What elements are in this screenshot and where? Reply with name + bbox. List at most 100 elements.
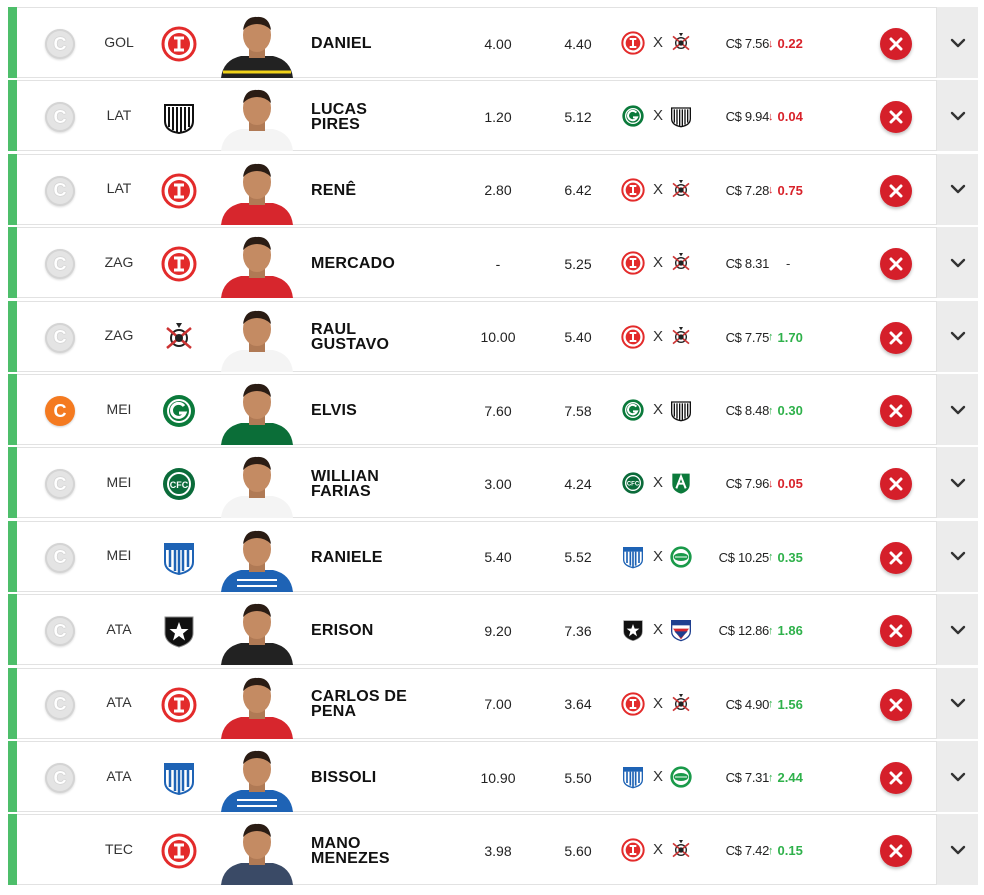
average-score: 3.64 — [564, 696, 592, 713]
player-price: C$ 9.94 — [725, 109, 770, 125]
last-score: - — [495, 255, 501, 272]
player-photo — [217, 597, 297, 666]
variation-value: 1.86 — [777, 623, 803, 639]
versus-label: X — [653, 107, 664, 125]
captain-button[interactable]: C — [45, 689, 75, 720]
captain-icon: C — [53, 327, 67, 348]
captain-button[interactable]: C — [45, 763, 75, 793]
close-icon — [889, 37, 903, 51]
away-club-icon — [669, 618, 693, 642]
player-photo — [217, 817, 297, 886]
expand-row-button[interactable] — [936, 741, 978, 812]
last-score: 2.80 — [484, 182, 512, 199]
player-price: C$ 10.25 — [718, 549, 770, 565]
chevron-down-icon — [950, 478, 965, 488]
variation-value: 0.22 — [777, 36, 803, 51]
expand-row-button[interactable] — [936, 227, 978, 299]
expand-row-button[interactable] — [936, 520, 978, 592]
expand-row-button[interactable] — [936, 80, 978, 152]
expand-row-button[interactable] — [936, 667, 978, 739]
away-club-icon — [669, 251, 693, 275]
captain-button[interactable]: C — [45, 102, 75, 133]
player-name: ELVIS — [311, 402, 358, 419]
player-name: WILLIAN FARIAS — [311, 467, 380, 500]
captain-button[interactable]: C — [45, 322, 75, 353]
club-crest-icon — [161, 760, 197, 796]
remove-player-button[interactable] — [880, 28, 912, 60]
remove-player-button[interactable] — [880, 835, 912, 868]
versus-label: X — [653, 254, 664, 272]
price-variation: ↑ 0.15 — [768, 815, 838, 886]
price-variation: ↑ 1.86 — [768, 595, 838, 666]
club-crest-icon — [161, 99, 197, 135]
remove-player-button[interactable] — [880, 174, 912, 207]
last-score: 10.90 — [480, 769, 516, 786]
expand-row-button[interactable] — [936, 153, 978, 225]
player-row: C MEI ELVIS 7.60 7.58 X C$ 8.48 ↑ 0.30 — [8, 374, 978, 446]
remove-player-button[interactable] — [880, 101, 912, 134]
captain-button[interactable]: C — [45, 542, 75, 573]
variation-value: - — [786, 256, 791, 272]
trend-arrow-icon: ↑ — [768, 404, 774, 417]
player-row: C ATA BISSOLI 10.90 5.50 X C$ 7.31 ↑ 2.44 — [8, 741, 978, 812]
versus-label: X — [653, 474, 664, 492]
player-position: MEI — [106, 473, 132, 490]
average-score: 4.24 — [564, 475, 592, 492]
club-crest-icon — [161, 173, 197, 209]
captain-button[interactable]: C — [45, 396, 75, 426]
captain-button[interactable]: C — [45, 249, 75, 280]
trend-arrow-icon: ↑ — [768, 844, 774, 857]
close-icon — [889, 331, 903, 345]
remove-player-button[interactable] — [880, 321, 912, 354]
remove-player-button[interactable] — [880, 468, 912, 501]
next-match: X — [619, 104, 699, 130]
expand-row-button[interactable] — [936, 447, 978, 519]
price-variation: ↓ 0.22 — [768, 8, 838, 79]
close-icon — [889, 184, 903, 198]
player-price: C$ 7.31 — [725, 770, 770, 785]
versus-label: X — [653, 180, 664, 198]
captain-button[interactable]: C — [45, 175, 75, 206]
home-club-icon — [621, 691, 645, 716]
remove-player-button[interactable] — [880, 541, 912, 574]
player-price: C$ 4.90 — [725, 696, 770, 712]
variation-value: 0.75 — [777, 182, 803, 198]
price-variation: ↑ 0.30 — [768, 375, 838, 446]
remove-player-button[interactable] — [880, 248, 912, 281]
variation-value: 0.35 — [777, 549, 803, 565]
last-score: 10.00 — [480, 329, 516, 346]
trend-arrow-icon: ↑ — [768, 698, 774, 711]
variation-value: 2.44 — [777, 770, 803, 785]
close-icon — [889, 257, 903, 271]
player-name: MERCADO — [311, 255, 396, 273]
last-score: 7.00 — [484, 696, 512, 713]
remove-player-button[interactable] — [880, 762, 912, 794]
expand-row-button[interactable] — [936, 814, 978, 886]
player-row: C MEI CFC WILLIAN FARIAS 3.00 4.24 CFC X… — [8, 447, 978, 519]
remove-player-button[interactable] — [880, 688, 912, 721]
club-crest-icon — [161, 26, 197, 62]
price-variation: - — [768, 228, 852, 299]
expand-row-button[interactable] — [936, 7, 978, 78]
expand-row-button[interactable] — [936, 594, 978, 666]
remove-player-button[interactable] — [880, 395, 912, 427]
player-row: C ZAG RAUL GUSTAVO 10.00 5.40 X C$ 7.75 … — [8, 300, 978, 372]
player-photo — [217, 157, 297, 225]
captain-icon: C — [53, 180, 67, 201]
versus-label: X — [653, 768, 664, 785]
expand-row-button[interactable] — [936, 300, 978, 372]
trend-arrow-icon: ↑ — [768, 624, 774, 637]
captain-button[interactable]: C — [45, 469, 75, 500]
club-crest-icon — [161, 687, 197, 723]
club-crest-icon — [161, 540, 197, 576]
chevron-down-icon — [950, 111, 965, 121]
remove-player-button[interactable] — [880, 615, 912, 648]
home-club-icon — [621, 398, 645, 422]
captain-button[interactable]: C — [45, 616, 75, 647]
player-position: ATA — [106, 767, 132, 784]
expand-row-button[interactable] — [936, 374, 978, 445]
captain-icon: C — [53, 694, 67, 715]
chevron-down-icon — [950, 185, 965, 194]
captain-button[interactable]: C — [45, 29, 75, 59]
captain-icon: C — [53, 106, 67, 127]
